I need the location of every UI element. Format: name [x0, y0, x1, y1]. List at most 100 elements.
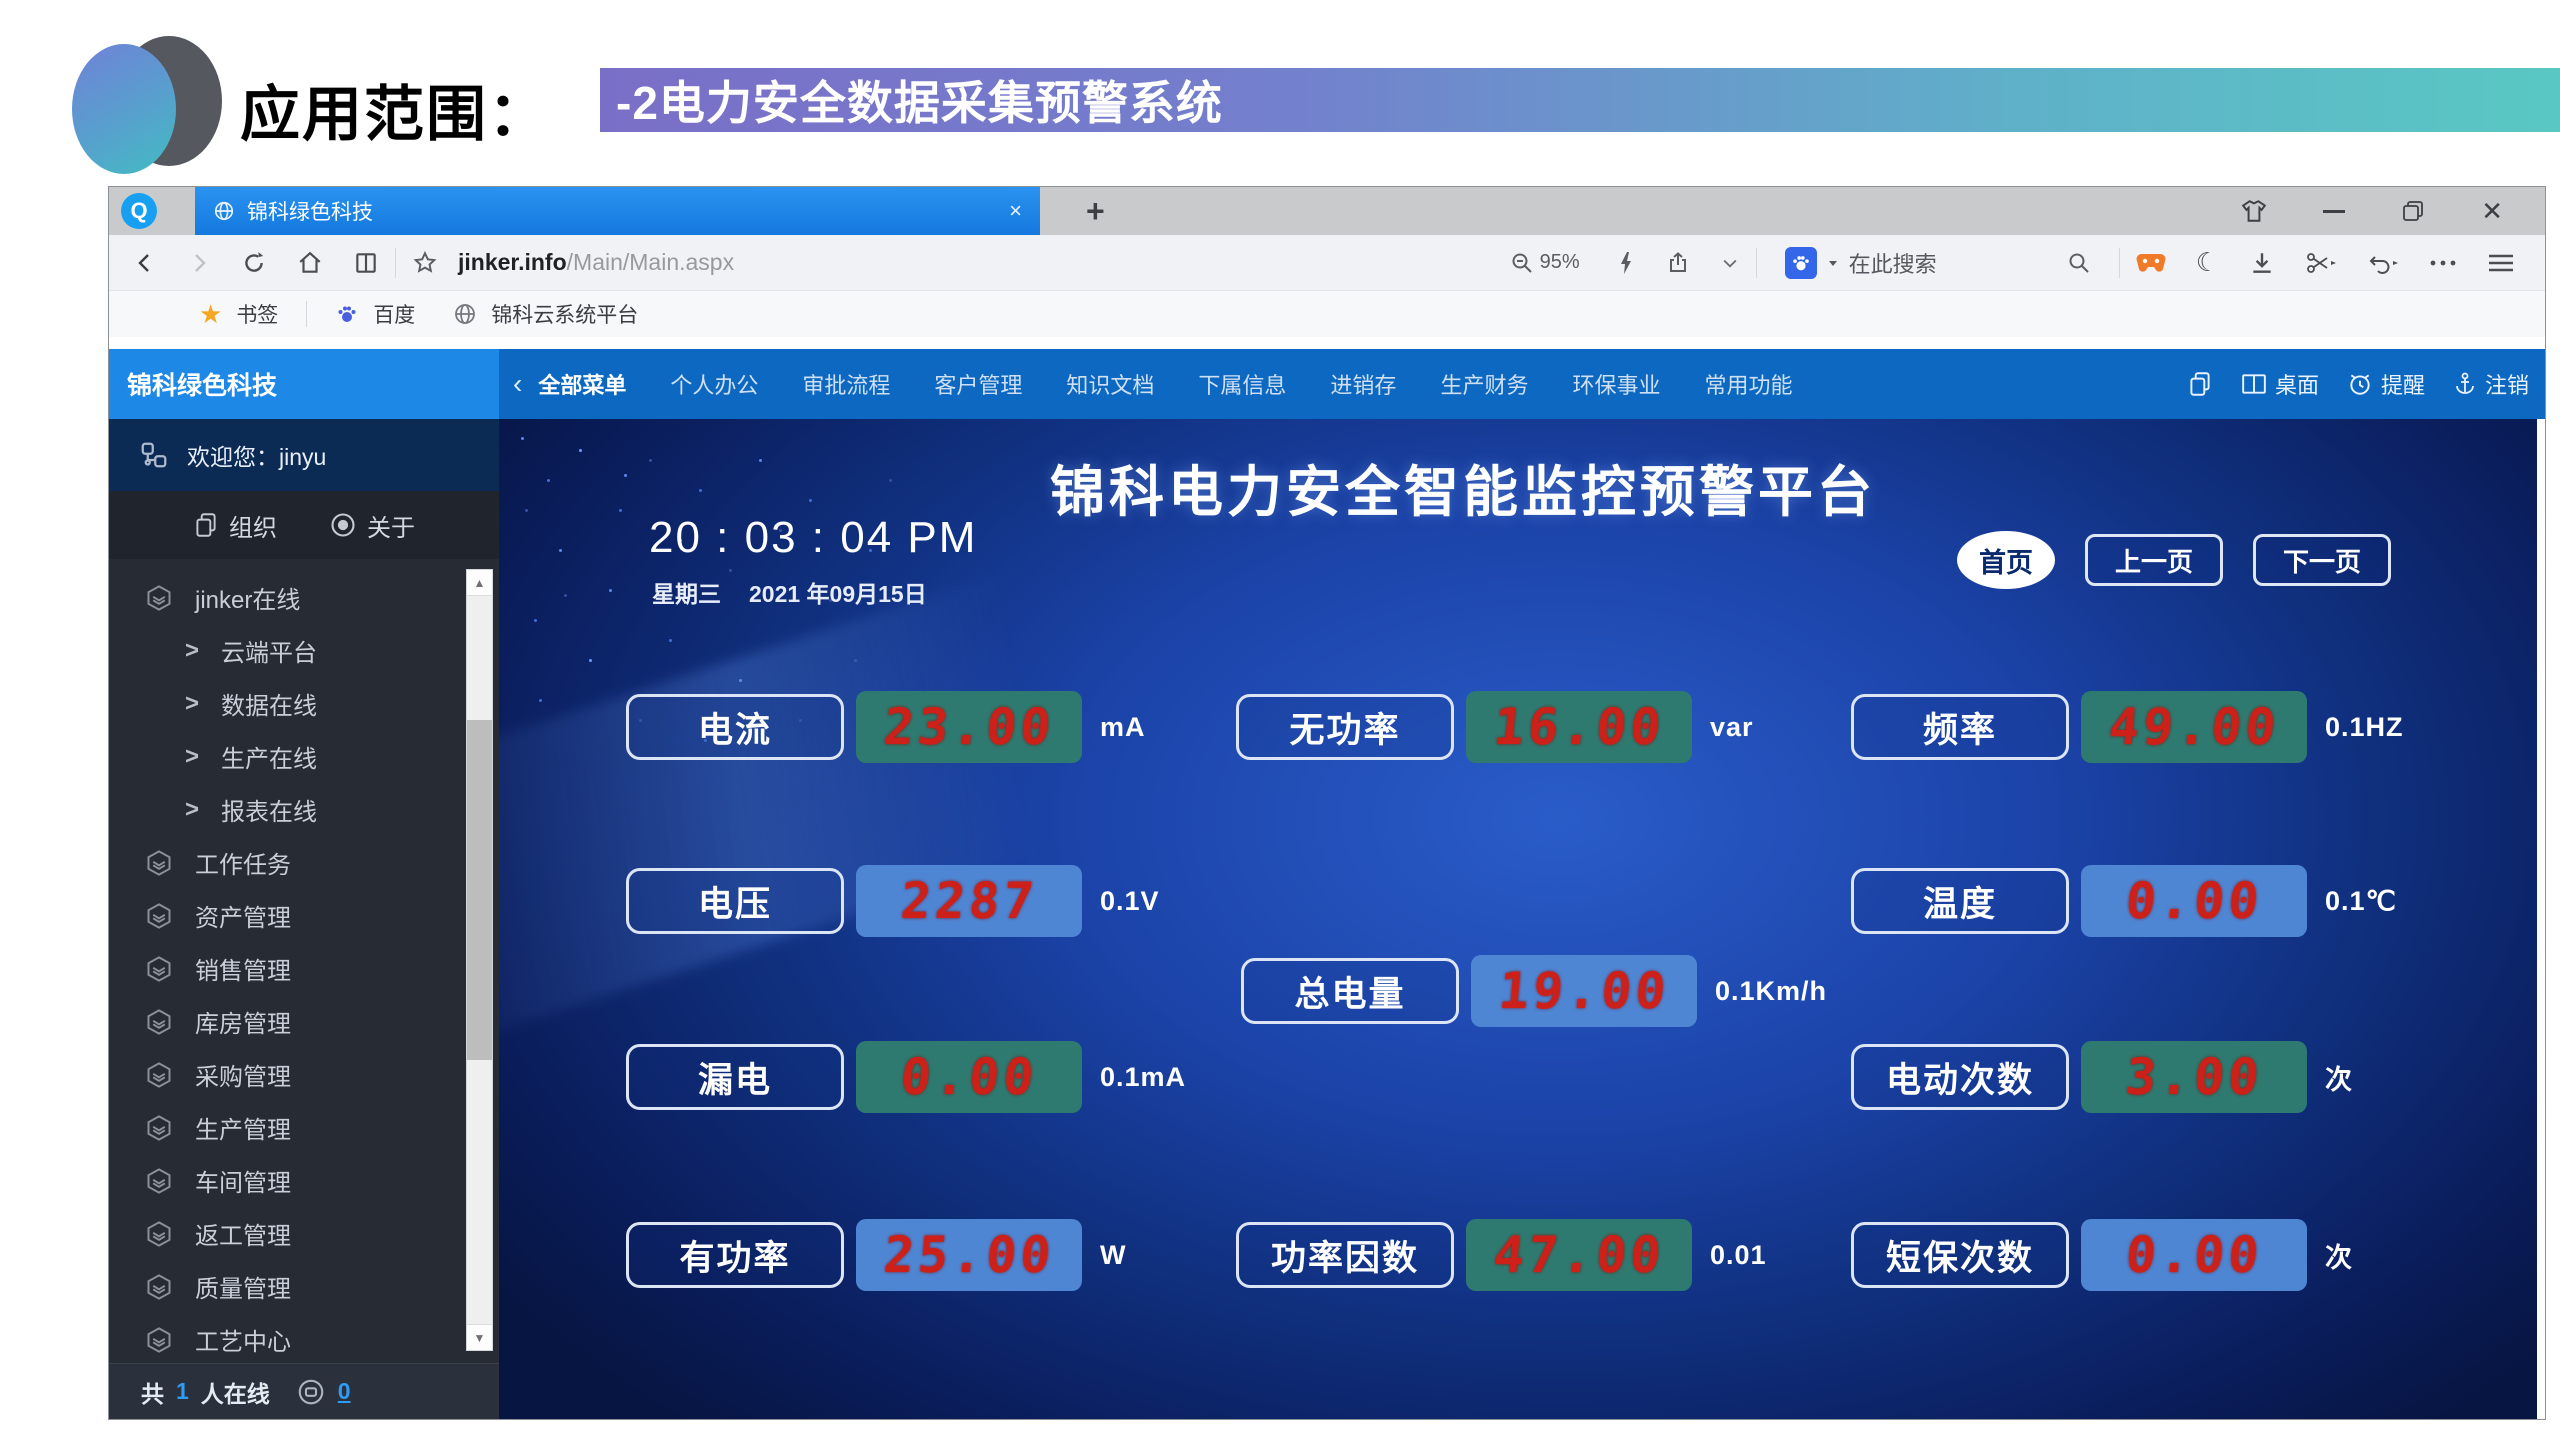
zoom-out-icon[interactable] — [1510, 251, 1534, 275]
about-button[interactable]: 关于 — [329, 508, 415, 543]
metric-frequency: 频率 49.00 0.1HZ — [1851, 691, 2404, 763]
seven-segment-display: 47.00 — [1466, 1219, 1692, 1291]
menu-hamburger-icon[interactable] — [2487, 251, 2515, 275]
flash-icon[interactable] — [1616, 251, 1636, 275]
nav-item-approval-flow[interactable]: 审批流程 — [802, 368, 890, 400]
nav-item-environmental[interactable]: 环保事业 — [1572, 368, 1660, 400]
nav-item-personal-office[interactable]: 个人办公 — [670, 368, 758, 400]
tree-item-rework-mgmt[interactable]: 返工管理 — [109, 1207, 499, 1260]
home-page-button[interactable]: 首页 — [1957, 531, 2055, 589]
nav-item-knowledge-docs[interactable]: 知识文档 — [1066, 368, 1154, 400]
reading-mode-icon[interactable] — [353, 250, 379, 276]
scroll-thumb[interactable] — [467, 720, 492, 1060]
tree-item-production-mgmt[interactable]: 生产管理 — [109, 1101, 499, 1154]
message-count[interactable]: 0 — [338, 1378, 351, 1405]
search-icon[interactable] — [2067, 251, 2091, 275]
new-tab-button[interactable]: + — [1086, 195, 1105, 227]
screenshot-scissors-icon[interactable] — [2305, 250, 2337, 276]
nav-item-subordinate-info[interactable]: 下属信息 — [1198, 368, 1286, 400]
tree-item-purchase-mgmt[interactable]: 采购管理 — [109, 1048, 499, 1101]
metric-unit: 次 — [2325, 1058, 2353, 1097]
tree-arrow-icon: > — [185, 796, 199, 824]
game-center-icon[interactable] — [2136, 251, 2166, 275]
next-page-button[interactable]: 下一页 — [2253, 534, 2391, 586]
tree-item-process-center[interactable]: 工艺中心 — [109, 1313, 499, 1363]
weekday: 星期三 — [652, 575, 721, 609]
logout-button[interactable]: 注销 — [2453, 368, 2529, 400]
metric-label: 功率因数 — [1236, 1222, 1454, 1288]
organization-button[interactable]: 组织 — [193, 508, 277, 543]
tree-item-asset-mgmt[interactable]: 资产管理 — [109, 889, 499, 942]
download-icon[interactable] — [2249, 250, 2275, 276]
refresh-icon[interactable] — [241, 250, 267, 276]
share-icon[interactable] — [1666, 251, 1690, 275]
tree-item-production-online[interactable]: > 生产在线 — [109, 730, 499, 783]
date: 2021 年09月15日 — [749, 575, 927, 609]
bookmark-baidu[interactable]: 百度 — [373, 299, 415, 329]
tree-item-data-online[interactable]: > 数据在线 — [109, 677, 499, 730]
tree-item-report-online[interactable]: > 报表在线 — [109, 783, 499, 836]
seven-segment-display: 0.00 — [2081, 865, 2307, 937]
nav-item-customer-mgmt[interactable]: 客户管理 — [934, 368, 1022, 400]
tree-item-jinker-online[interactable]: jinker在线 — [109, 571, 499, 624]
tree-item-sales-mgmt[interactable]: 销售管理 — [109, 942, 499, 995]
close-button[interactable]: ✕ — [2481, 198, 2503, 224]
tab-close-icon[interactable]: × — [1009, 198, 1022, 224]
metric-unit: 0.1mA — [1100, 1062, 1186, 1093]
zoom-level[interactable]: 95% — [1540, 251, 1580, 274]
nav-item-inventory[interactable]: 进销存 — [1330, 368, 1396, 400]
online-count[interactable]: 1 — [176, 1378, 189, 1405]
nav-item-common-functions[interactable]: 常用功能 — [1704, 368, 1792, 400]
baidu-search-engine-icon[interactable] — [1785, 247, 1817, 279]
module-hexagon-icon — [145, 902, 173, 930]
metric-electric-count: 电动次数 3.00 次 — [1851, 1041, 2353, 1113]
url-display[interactable]: jinker.info/Main/Main.aspx — [458, 249, 734, 276]
tree-item-cloud-platform[interactable]: > 云端平台 — [109, 624, 499, 677]
sidebar-scrollbar[interactable]: ▲ ▼ — [466, 569, 493, 1351]
seven-segment-display: 23.00 — [856, 691, 1082, 763]
prev-page-button[interactable]: 上一页 — [2085, 534, 2223, 586]
undo-icon[interactable] — [2367, 250, 2399, 276]
scroll-up-icon[interactable]: ▲ — [467, 570, 492, 596]
restore-button[interactable] — [2401, 199, 2425, 223]
module-hexagon-icon — [145, 1326, 173, 1354]
pages-icon[interactable] — [2187, 370, 2213, 398]
home-icon[interactable] — [297, 250, 323, 276]
nav-item-all-menu[interactable]: 全部菜单 — [538, 368, 626, 400]
engine-dropdown-icon[interactable] — [1827, 257, 1839, 269]
forward-icon[interactable] — [187, 250, 211, 276]
minimize-button[interactable] — [2323, 210, 2345, 213]
browser-logo-icon[interactable]: Q — [121, 193, 157, 229]
search-box[interactable]: 在此搜索 — [1785, 247, 2091, 279]
anchor-icon — [2453, 371, 2477, 397]
bookmarks-label[interactable]: 书签 — [236, 299, 278, 329]
metric-label: 电压 — [626, 868, 844, 934]
favorite-star-icon[interactable] — [412, 250, 438, 276]
metric-temperature: 温度 0.00 0.1℃ — [1851, 865, 2397, 937]
desktop-button[interactable]: 桌面 — [2241, 368, 2319, 400]
back-icon[interactable] — [133, 250, 157, 276]
baidu-paw-icon[interactable] — [335, 302, 359, 326]
theme-shirt-icon[interactable] — [2241, 199, 2267, 223]
bookmark-globe-icon[interactable] — [453, 302, 477, 326]
url-path: /Main/Main.aspx — [567, 249, 734, 275]
page-scrollbar-strip[interactable] — [2537, 419, 2545, 1419]
bookmark-site[interactable]: 锦科云系统平台 — [491, 299, 638, 329]
night-mode-icon[interactable]: ☾ — [2196, 247, 2219, 278]
nav-collapse-icon[interactable]: ‹ — [513, 368, 522, 400]
search-input[interactable]: 在此搜索 — [1849, 247, 1937, 279]
chevron-down-icon[interactable] — [1720, 253, 1740, 273]
nav-item-production-finance[interactable]: 生产财务 — [1440, 368, 1528, 400]
chat-icon[interactable] — [296, 1377, 326, 1407]
tree-item-work-tasks[interactable]: 工作任务 — [109, 836, 499, 889]
tree-item-quality-mgmt[interactable]: 质量管理 — [109, 1260, 499, 1313]
module-hexagon-icon — [145, 955, 173, 983]
bookmarks-star-icon[interactable]: ★ — [199, 299, 222, 330]
reminder-button[interactable]: 提醒 — [2347, 368, 2425, 400]
scroll-down-icon[interactable]: ▼ — [467, 1324, 492, 1350]
active-tab[interactable]: 锦科绿色科技 × — [195, 187, 1040, 235]
more-options-icon[interactable] — [2429, 258, 2457, 268]
seven-segment-display: 25.00 — [856, 1219, 1082, 1291]
tree-item-workshop-mgmt[interactable]: 车间管理 — [109, 1154, 499, 1207]
tree-item-warehouse-mgmt[interactable]: 库房管理 — [109, 995, 499, 1048]
